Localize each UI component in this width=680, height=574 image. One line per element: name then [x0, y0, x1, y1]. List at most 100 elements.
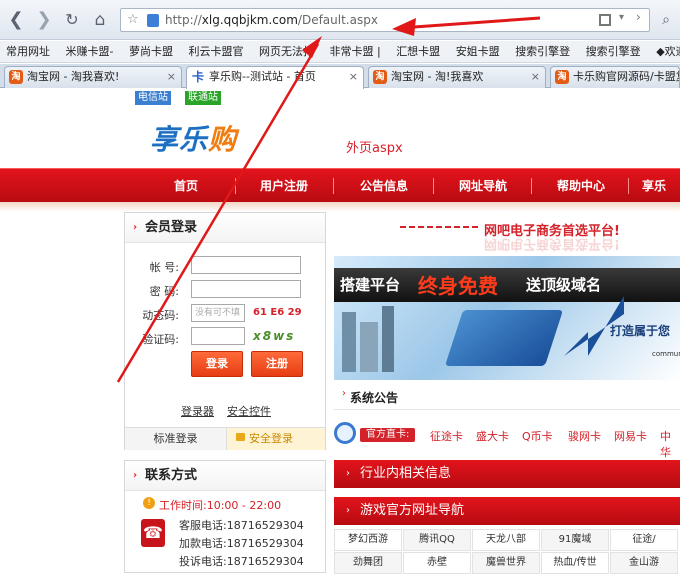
banner-suffix: 送顶级域名: [526, 276, 602, 294]
url-prefix: http://: [165, 13, 202, 27]
industry-info-header[interactable]: › 行业内相关信息: [334, 460, 680, 488]
browser-tab[interactable]: 淘 淘宝网 - 淘我喜欢! ×: [4, 66, 182, 88]
game-link[interactable]: 热血/传世: [541, 552, 609, 574]
tab-secure-login[interactable]: 安全登录: [226, 428, 325, 450]
bookmark-item[interactable]: 安姐卡盟: [450, 41, 506, 62]
home-icon[interactable]: ⌂: [90, 10, 110, 30]
game-nav-title: 游戏官方网址导航: [360, 503, 465, 518]
tab-label: 淘宝网 - 淘我喜欢!: [27, 70, 120, 83]
main-nav: 首页 用户注册 公告信息 网址导航 帮助中心 享乐: [0, 168, 680, 202]
logo-accent: 购: [208, 123, 238, 156]
reload-icon[interactable]: ↻: [62, 10, 82, 30]
taobao-icon: 淘: [9, 70, 23, 84]
login-client-link[interactable]: 登录器: [181, 403, 214, 419]
bookmark-item[interactable]: 常用网址: [0, 41, 56, 62]
back-icon[interactable]: ❮: [6, 10, 26, 30]
star-icon[interactable]: ☆: [127, 12, 139, 27]
bookmark-item[interactable]: 网页无法打: [253, 41, 320, 62]
clock-icon: !: [143, 497, 155, 509]
tab-label: 享乐购--测试站 - 首页: [209, 70, 316, 83]
outer-page-label: 外页aspx: [346, 141, 403, 156]
official-site-link[interactable]: 网易卡: [614, 428, 647, 444]
game-link[interactable]: 腾讯QQ: [403, 529, 471, 551]
dynamic-code-input[interactable]: 没有可不填: [191, 304, 245, 322]
contact-title: 联系方式: [145, 468, 198, 483]
nav-announcements[interactable]: 公告信息: [348, 169, 420, 203]
official-label: 官方直卡:: [360, 428, 416, 442]
game-link[interactable]: 天龙八部: [472, 529, 540, 551]
nav-more[interactable]: 享乐: [642, 169, 680, 203]
bookmark-item[interactable]: 搜索引擎登: [580, 41, 647, 62]
bookmark-item[interactable]: 利云卡盟官: [182, 41, 249, 62]
qr-code-icon[interactable]: [599, 14, 611, 26]
game-link[interactable]: 金山游: [610, 552, 678, 574]
browser-tab[interactable]: 淘 卡乐购官网源码/卡盟复: [550, 66, 680, 88]
dropdown-arrow-icon[interactable]: ▾: [619, 12, 624, 23]
address-bar[interactable]: ☆ http://xlg.qqbjkm.com/Default.aspx ▾ ›: [120, 8, 650, 32]
tab-label: 淘宝网 - 淘!我喜欢: [391, 70, 484, 83]
banner-right-text: 打造属于您: [610, 324, 671, 338]
taobao-icon: 淘: [373, 70, 387, 84]
keyboard-keys-graphic: [444, 310, 564, 366]
security-control-link[interactable]: 安全控件: [227, 403, 271, 419]
game-links-grid: 梦幻西游 腾讯QQ 天龙八部 91魔域 征途/ 劲舞团 赤壁 魔兽世界 热血/传…: [334, 529, 680, 574]
official-site-link[interactable]: 骏网卡: [568, 428, 601, 444]
promo-banner[interactable]: 搭建平台 终身免费 送顶级域名 打造属于您 communi: [334, 256, 680, 380]
nav-directory[interactable]: 网址导航: [447, 169, 519, 203]
official-site-link[interactable]: 征途卡: [430, 428, 463, 444]
login-title: 会员登录: [145, 220, 198, 235]
tab-standard-login[interactable]: 标准登录: [125, 428, 226, 450]
captcha-image[interactable]: x8ws: [253, 329, 295, 343]
bookmark-item[interactable]: ◆欢迎光临: [650, 41, 680, 62]
dynamic-code-value: 61 E6 29: [253, 307, 302, 318]
game-link[interactable]: 魔兽世界: [472, 552, 540, 574]
building-graphic: [382, 306, 394, 372]
account-label: 帐 号:: [149, 261, 179, 274]
browser-toolbar: ❮ ❯ ↻ ⌂ ☆ http://xlg.qqbjkm.com/Default.…: [0, 0, 680, 40]
forward-icon[interactable]: ❯: [34, 10, 54, 30]
site-logo[interactable]: 享乐购: [150, 118, 237, 158]
arrow-right-icon: ›: [133, 470, 138, 481]
official-cards-row: 官方直卡: 征途卡 盛大卡 Q币卡 骏网卡 网易卡 中华: [334, 422, 680, 459]
arrow-right-icon: ›: [342, 388, 346, 399]
game-link[interactable]: 征途/: [610, 529, 678, 551]
tab-secure-label: 安全登录: [249, 432, 293, 445]
close-icon[interactable]: ×: [349, 67, 358, 87]
login-panel: › 会员登录 帐 号: 密 码: 动态码: 没有可不填 61 E6 29 验证码…: [124, 212, 326, 450]
close-icon[interactable]: ×: [531, 67, 540, 87]
password-label: 密 码:: [149, 285, 179, 298]
official-site-link[interactable]: 中华: [660, 428, 680, 460]
game-nav-header[interactable]: › 游戏官方网址导航: [334, 497, 680, 525]
url-text[interactable]: http://xlg.qqbjkm.com/Default.aspx: [165, 13, 378, 27]
xiangle-icon: 卡: [191, 70, 205, 84]
login-button[interactable]: 登录: [191, 351, 243, 377]
browser-tab-active[interactable]: 卡 享乐购--测试站 - 首页 ×: [186, 66, 364, 89]
register-button[interactable]: 注册: [251, 351, 303, 377]
nav-home[interactable]: 首页: [150, 169, 222, 203]
unicom-site-chip[interactable]: 联通站: [185, 91, 221, 105]
search-icon[interactable]: ⌕: [656, 10, 676, 30]
game-link[interactable]: 91魔域: [541, 529, 609, 551]
browser-tab[interactable]: 淘 淘宝网 - 淘!我喜欢 ×: [368, 66, 546, 88]
building-graphic: [342, 312, 356, 372]
game-link[interactable]: 劲舞团: [334, 552, 402, 574]
game-link[interactable]: 梦幻西游: [334, 529, 402, 551]
bookmark-item[interactable]: 搜索引擎登: [509, 41, 576, 62]
close-icon[interactable]: ×: [167, 67, 176, 87]
official-site-link[interactable]: Q币卡: [522, 428, 553, 444]
go-arrow-icon[interactable]: ›: [636, 10, 641, 24]
captcha-input[interactable]: [191, 327, 245, 345]
nav-register[interactable]: 用户注册: [248, 169, 320, 203]
game-link[interactable]: 赤壁: [403, 552, 471, 574]
bookmark-item[interactable]: 汇想卡盟: [390, 41, 446, 62]
telecom-site-chip[interactable]: 电信站: [135, 91, 171, 105]
nav-help[interactable]: 帮助中心: [545, 169, 617, 203]
contact-panel: › 联系方式 ! 工作时间:10:00 - 22:00 ☎ 客服电话:18716…: [124, 460, 326, 573]
password-input[interactable]: [191, 280, 301, 298]
official-site-link[interactable]: 盛大卡: [476, 428, 509, 444]
bookmark-item[interactable]: 萝尚卡盟: [123, 41, 179, 62]
bookmark-item[interactable]: 非常卡盟 |: [323, 41, 386, 62]
account-input[interactable]: [191, 256, 301, 274]
bookmark-item[interactable]: 米赚卡盟-: [60, 41, 120, 62]
lock-icon: [236, 433, 245, 441]
